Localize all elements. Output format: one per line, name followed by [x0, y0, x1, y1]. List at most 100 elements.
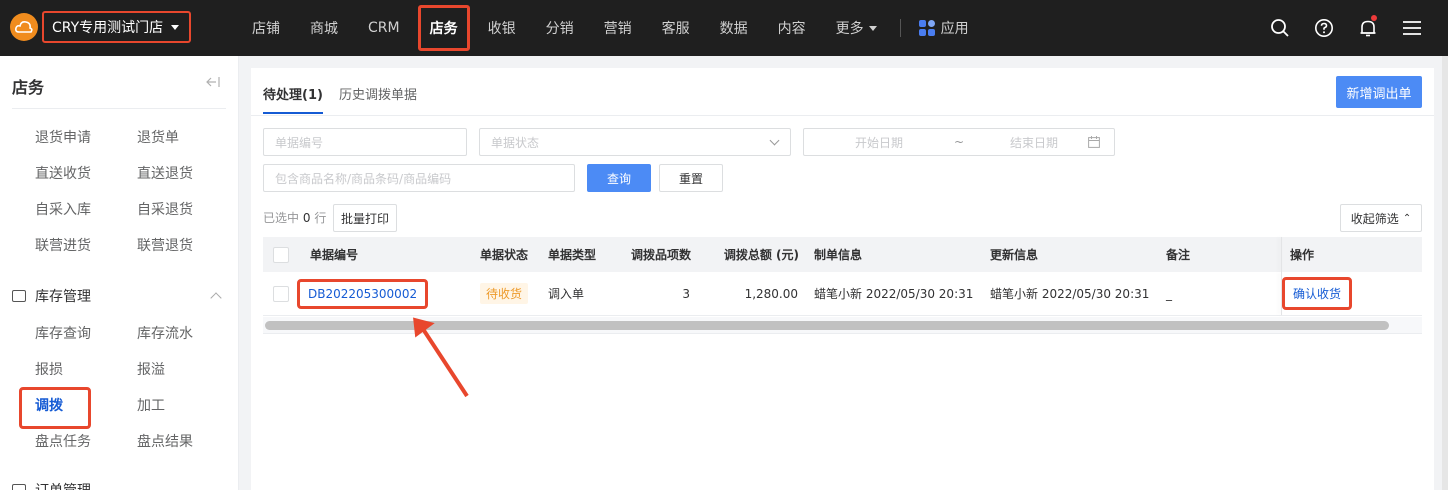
sidebar-item-self-purchase-return[interactable]: 自采退货	[137, 201, 238, 220]
col-doc-no: 单据编号	[310, 248, 359, 262]
nav-mall[interactable]: 商城	[295, 0, 353, 56]
nav-more[interactable]: 更多	[821, 0, 892, 56]
collapse-filter-button[interactable]: 收起筛选 ⌃	[1340, 204, 1422, 232]
remark-cell: _	[1166, 286, 1172, 301]
status-badge: 待收货	[480, 283, 529, 304]
col-status: 单据状态	[480, 248, 529, 262]
date-separator: ~	[954, 135, 965, 149]
sidebar-item-transfer[interactable]: 调拨	[19, 387, 137, 429]
doc-no-input[interactable]: 单据编号	[263, 128, 467, 156]
search-icon[interactable]	[1258, 0, 1302, 56]
nav-store-affairs[interactable]: 店务	[415, 0, 473, 56]
nav-distribution[interactable]: 分销	[531, 0, 589, 56]
sidebar-item-overflow-report[interactable]: 报溢	[137, 361, 238, 380]
selected-count: 已选中 0 行	[263, 209, 326, 226]
sidebar-item-return-request[interactable]: 退货申请	[35, 129, 137, 148]
goods-search-input[interactable]: 包含商品名称/商品条码/商品编码	[263, 164, 575, 192]
page-scrollbar[interactable]	[1442, 56, 1448, 490]
sidebar-item-joint-return[interactable]: 联营退货	[137, 237, 238, 256]
reset-button[interactable]: 重置	[659, 164, 723, 192]
nav-shop[interactable]: 店铺	[237, 0, 295, 56]
type-cell: 调入单	[548, 287, 585, 301]
doc-no-link[interactable]: DB202205300002	[297, 278, 429, 309]
sidebar-item-direct-return[interactable]: 直送退货	[137, 165, 238, 184]
created-info-cell: 蜡笔小新 2022/05/30 20:31	[814, 287, 974, 301]
item-count-cell: 3	[682, 286, 690, 301]
notification-dot	[1371, 15, 1377, 21]
row-checkbox[interactable]	[273, 285, 289, 302]
apps-icon	[918, 20, 935, 36]
sidebar: 店务 退货申请 退货单 直送收货 直送退货 自采入库 自采退货 联营进货 联营退…	[0, 56, 239, 490]
collapse-filter-label: 收起筛选	[1350, 211, 1399, 226]
col-action: 操作	[1290, 248, 1315, 262]
store-name: CRY专用测试门店	[52, 20, 164, 36]
doc-no-cell: DB202205300002	[297, 272, 429, 315]
action-cell: 确认收货	[1282, 272, 1353, 315]
nav-apps[interactable]: 应用	[909, 0, 984, 56]
nav-data[interactable]: 数据	[705, 0, 763, 56]
chevron-up-icon	[210, 292, 222, 304]
collapse-sidebar-icon[interactable]	[206, 76, 220, 90]
query-button[interactable]: 查询	[587, 164, 651, 192]
caret-down-icon	[868, 25, 877, 31]
select-all-cell	[273, 237, 289, 272]
tab-history[interactable]: 历史调拨单据	[339, 84, 417, 114]
row-select-cell	[273, 272, 289, 315]
col-remark: 备注	[1166, 248, 1191, 262]
sidebar-group-inventory[interactable]: 库存管理	[12, 286, 222, 306]
nav-crm[interactable]: CRM	[353, 0, 415, 56]
inventory-icon	[12, 290, 26, 302]
nav-apps-label: 应用	[940, 21, 969, 37]
help-icon[interactable]	[1302, 0, 1346, 56]
sidebar-item-processing[interactable]: 加工	[137, 397, 238, 416]
sidebar-divider	[12, 108, 226, 109]
nav-customer-service[interactable]: 客服	[647, 0, 705, 56]
selected-prefix: 已选中	[263, 211, 300, 225]
batch-print-button[interactable]: 批量打印	[333, 204, 397, 232]
updated-info-cell: 蜡笔小新 2022/05/30 20:31	[990, 287, 1150, 301]
nav-marketing[interactable]: 营销	[589, 0, 647, 56]
status-select-placeholder: 单据状态	[491, 135, 540, 150]
nav-cashier[interactable]: 收银	[473, 0, 531, 56]
sidebar-title: 店务	[12, 78, 45, 97]
col-created-info: 制单信息	[814, 248, 863, 262]
select-all-checkbox[interactable]	[273, 246, 289, 263]
store-switcher[interactable]: CRY专用测试门店	[10, 11, 192, 43]
sidebar-item-joint-purchase[interactable]: 联营进货	[35, 237, 137, 256]
new-transfer-out-button[interactable]: 新增调出单	[1336, 76, 1422, 108]
sidebar-group-label: 库存管理	[35, 289, 91, 305]
double-chevron-up-icon: ⌃	[1402, 212, 1412, 224]
sidebar-inventory-items: 库存查询 库存流水 报损 报溢 调拨 加工 盘点任务 盘点结果	[19, 325, 238, 452]
sidebar-item-self-purchase-in[interactable]: 自采入库	[35, 201, 137, 220]
top-navigation-bar: CRY专用测试门店 店铺 商城 CRM 店务 收银 分销 营销 客服 数据 内容…	[0, 0, 1448, 56]
bell-icon[interactable]	[1346, 0, 1390, 56]
selected-suffix: 行	[314, 211, 327, 225]
store-name-box[interactable]: CRY专用测试门店	[42, 11, 192, 43]
end-date-placeholder: 结束日期	[1010, 135, 1059, 150]
col-updated-info: 更新信息	[990, 248, 1039, 262]
nav-more-label: 更多	[835, 21, 864, 37]
sidebar-item-loss-report[interactable]: 报损	[35, 361, 137, 380]
status-select[interactable]: 单据状态	[479, 128, 791, 156]
sidebar-group-orders[interactable]: 订单管理	[12, 480, 220, 490]
calendar-icon	[1088, 136, 1100, 151]
sidebar-top-items: 退货申请 退货单 直送收货 直送退货 自采入库 自采退货 联营进货 联营退货	[35, 129, 238, 256]
nav-divider	[899, 19, 901, 37]
confirm-receipt-link[interactable]: 确认收货	[1282, 277, 1353, 310]
order-icon	[12, 484, 26, 490]
total-amount-cell: 1,280.00	[744, 286, 798, 301]
tab-pending[interactable]: 待处理(1)	[263, 84, 323, 114]
sidebar-item-stocktake-result[interactable]: 盘点结果	[137, 433, 238, 452]
date-range-picker[interactable]: 开始日期 ~ 结束日期	[803, 128, 1115, 156]
sidebar-item-return-order[interactable]: 退货单	[137, 129, 238, 148]
tab-divider	[251, 115, 1434, 116]
menu-icon[interactable]	[1390, 0, 1434, 56]
table-row: DB202205300002 待收货 调入单 3 1,280.00 蜡笔小新 2…	[263, 272, 1422, 316]
selected-number: 0	[302, 211, 311, 225]
sidebar-item-stocktake-task[interactable]: 盘点任务	[35, 433, 137, 452]
sidebar-item-stock-flow[interactable]: 库存流水	[137, 325, 238, 344]
main-nav: 店铺 商城 CRM 店务 收银 分销 营销 客服 数据 内容 更多 应用	[237, 0, 984, 56]
nav-content[interactable]: 内容	[763, 0, 821, 56]
sidebar-item-direct-receive[interactable]: 直送收货	[35, 165, 137, 184]
sidebar-item-stock-query[interactable]: 库存查询	[35, 325, 137, 344]
